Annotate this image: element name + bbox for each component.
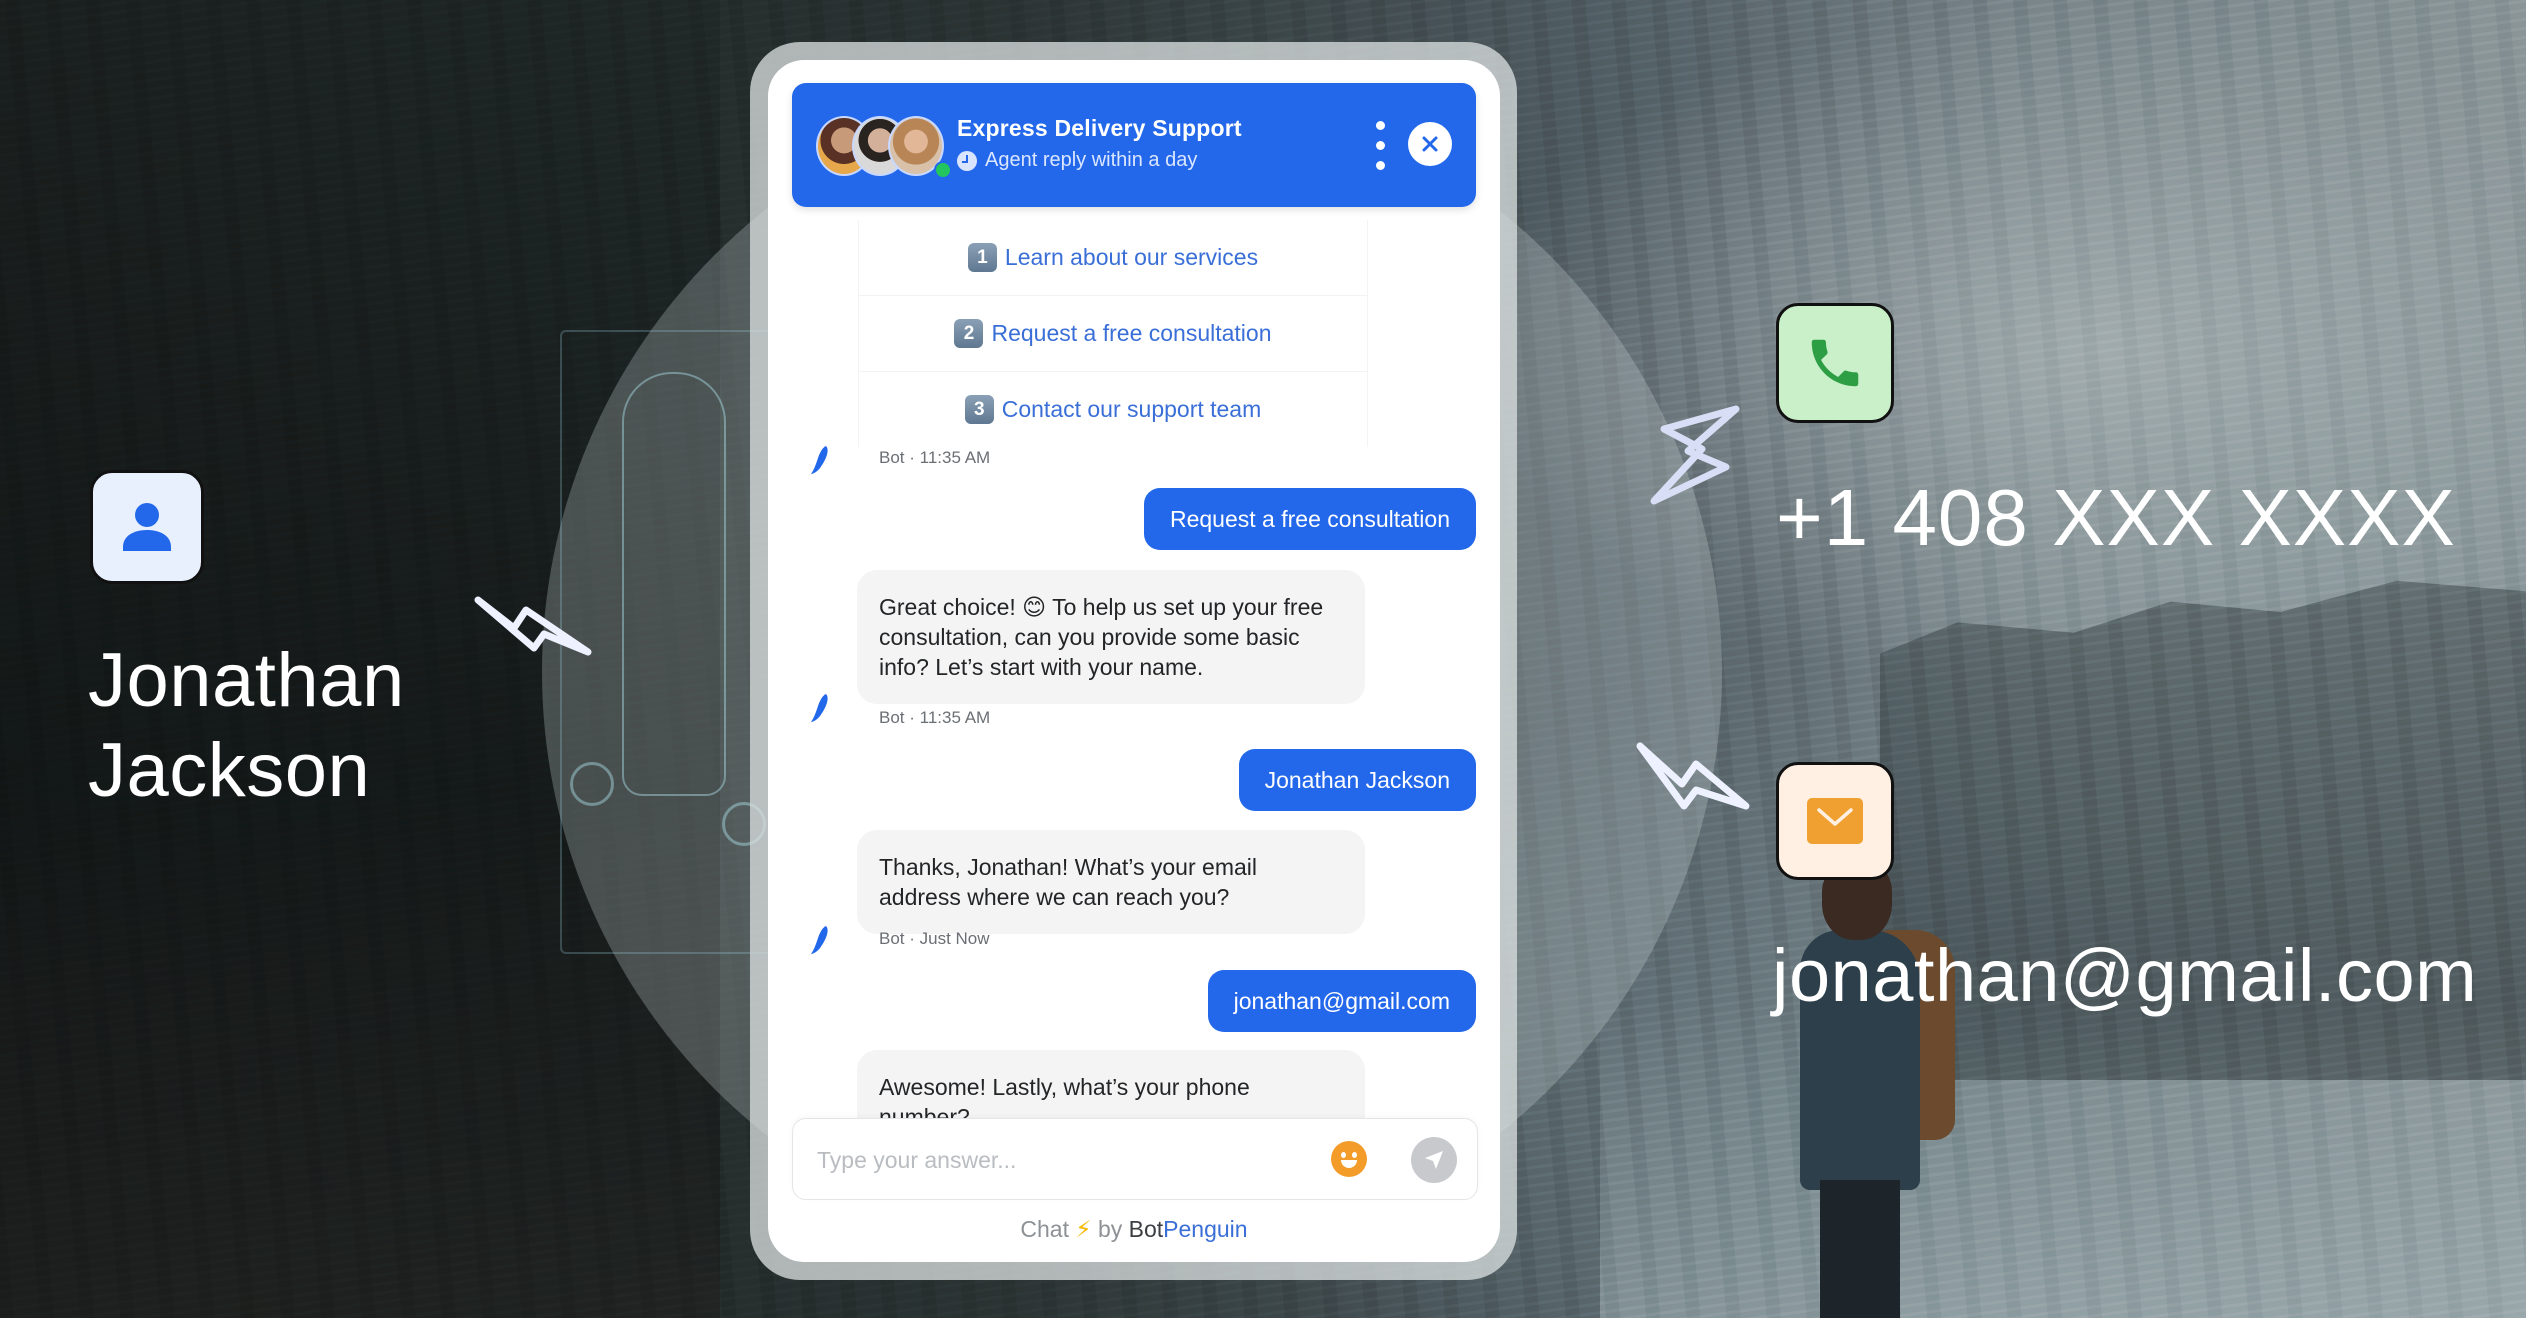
brand-penguin: Penguin (1163, 1216, 1248, 1242)
option-learn-services[interactable]: 1 Learn about our services (858, 220, 1368, 295)
chat-header: Express Delivery Support Agent reply wit… (792, 83, 1476, 207)
option-label: Contact our support team (1001, 396, 1262, 422)
option-label: Request a free consultation (991, 320, 1272, 346)
send-icon (1425, 1151, 1443, 1169)
quick-reply-options: 1 Learn about our services 2 Request a f… (858, 220, 1368, 447)
option-label: Learn about our services (1004, 244, 1259, 270)
agent-avatars (816, 116, 952, 179)
message-composer (792, 1118, 1478, 1200)
send-button[interactable] (1411, 1137, 1457, 1183)
email-icon-box (1776, 762, 1894, 880)
close-button[interactable] (1408, 122, 1452, 166)
answer-input[interactable] (815, 1139, 1299, 1181)
contact-phone: +1 408 XXX XXXX (1776, 473, 2456, 562)
contact-last-name: Jackson (88, 728, 371, 813)
emoji-icon[interactable] (1331, 1141, 1367, 1177)
chat-widget: Express Delivery Support Agent reply wit… (768, 60, 1500, 1262)
bot-penguin-icon (811, 926, 828, 954)
bot-message: Great choice! 😊 To help us set up your f… (857, 570, 1365, 704)
close-icon (1422, 136, 1438, 152)
phone-icon-box (1776, 303, 1894, 423)
person-icon (123, 503, 171, 551)
powered-by-footer: Chat ⚡︎ by BotPenguin (768, 1216, 1500, 1243)
reply-time-text: Agent reply within a day (985, 149, 1198, 171)
message-meta: Bot · Just Now (879, 929, 990, 948)
hiker-figure (1760, 860, 1960, 1318)
phone-icon (1811, 339, 1859, 387)
brand-bot: Bot (1128, 1216, 1164, 1242)
keycap-2-icon: 2 (954, 319, 984, 348)
chat-subtitle: Agent reply within a day (957, 149, 1197, 172)
user-message: Request a free consultation (1143, 488, 1476, 550)
clock-icon (957, 150, 977, 171)
option-free-consultation[interactable]: 2 Request a free consultation (858, 295, 1368, 371)
lightning-icon: ⚡︎ (1075, 1216, 1092, 1242)
blueprint-figure (622, 372, 726, 796)
lightning-bolt-icon (474, 590, 594, 660)
bot-message: Thanks, Jonathan! What’s your email addr… (857, 830, 1365, 934)
keycap-1-icon: 1 (967, 243, 997, 272)
user-message: jonathan@gmail.com (1207, 970, 1476, 1032)
chat-title: Express Delivery Support (957, 115, 1242, 141)
contact-first-name: Jonathan (88, 638, 405, 723)
contact-name: Jonathan Jackson (88, 636, 405, 816)
footer-chat-label: Chat (1020, 1216, 1069, 1242)
lightning-bolt-icon (1636, 740, 1751, 810)
online-status-dot (934, 161, 952, 179)
bot-penguin-icon (811, 446, 828, 474)
brand-link[interactable]: BotPenguin (1129, 1216, 1248, 1242)
message-meta: Bot · 11:35 AM (879, 708, 991, 727)
lightning-bolt-icon (1650, 405, 1740, 505)
contact-email: jonathan@gmail.com (1772, 934, 2478, 1017)
kebab-menu-icon[interactable] (1372, 121, 1388, 171)
hiker-legs (1820, 1180, 1900, 1318)
envelope-icon (1807, 798, 1863, 844)
keycap-3-icon: 3 (964, 395, 994, 424)
user-message: Jonathan Jackson (1238, 749, 1476, 811)
option-contact-support[interactable]: 3 Contact our support team (858, 371, 1368, 447)
person-icon-box (90, 470, 204, 584)
footer-by-label: by (1097, 1216, 1123, 1242)
message-meta: Bot · 11:35 AM (879, 448, 991, 467)
bot-penguin-icon (811, 694, 828, 722)
blueprint-ring (570, 762, 614, 806)
